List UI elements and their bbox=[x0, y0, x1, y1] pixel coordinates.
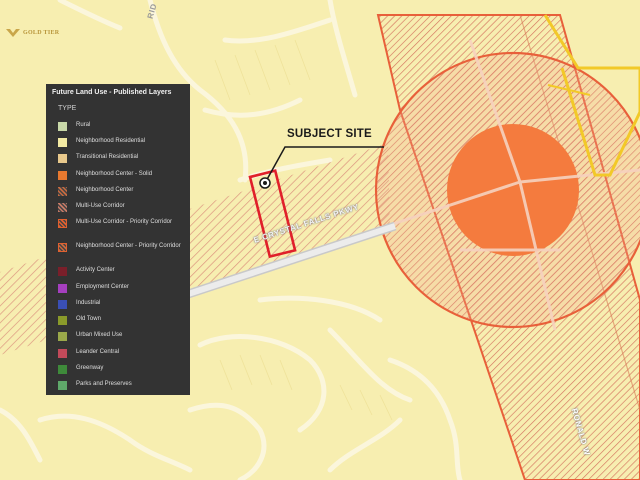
legend-item: Activity Center bbox=[58, 266, 186, 276]
legend-item-label: Urban Mixed Use bbox=[76, 332, 123, 338]
legend-item: Neighborhood Center - Solid bbox=[58, 170, 186, 180]
legend-item: Transitional Residential bbox=[58, 153, 186, 163]
logo-text: GOLD TIER bbox=[23, 30, 60, 36]
legend-item: Industrial bbox=[58, 299, 186, 309]
activity-center-swatch bbox=[58, 267, 67, 276]
legend-item-label: Old Town bbox=[76, 316, 101, 322]
industrial-swatch bbox=[58, 300, 67, 309]
urban-mixed-use-swatch bbox=[58, 332, 67, 341]
leander-central-swatch bbox=[58, 349, 67, 358]
neighborhood-residential-swatch bbox=[58, 138, 67, 147]
legend-item-label: Greenway bbox=[76, 365, 104, 371]
map-viewer[interactable]: GOLD TIER Future Land Use - Published La… bbox=[0, 0, 640, 480]
legend-item-label: Neighborhood Residential bbox=[76, 138, 146, 144]
legend-item-label: Leander Central bbox=[76, 349, 120, 355]
legend-item-label: Transitional Residential bbox=[76, 154, 139, 160]
parks-and-preserves-swatch bbox=[58, 381, 67, 390]
brand-logo: GOLD TIER bbox=[6, 26, 59, 40]
legend-item-label: Neighborhood Center bbox=[76, 187, 134, 193]
rural-swatch bbox=[58, 122, 67, 131]
legend-item: Leander Central bbox=[58, 348, 186, 358]
legend-subtitle: TYPE bbox=[58, 105, 77, 112]
employment-center-swatch bbox=[58, 284, 67, 293]
legend-item-label: Parks and Preserves bbox=[76, 381, 132, 387]
transitional-residential-swatch bbox=[58, 154, 67, 163]
legend-item-label: Neighborhood Center - Solid bbox=[76, 171, 153, 177]
neighborhood-center-priority-swatch bbox=[58, 243, 67, 252]
subject-site-marker-dot bbox=[263, 181, 267, 185]
legend-item-label: Multi-Use Corridor - Priority Corridor bbox=[76, 219, 173, 225]
gold-tier-logo-icon bbox=[6, 29, 20, 37]
neighborhood-center-hatched-swatch bbox=[58, 187, 67, 196]
neighborhood-center-core bbox=[447, 124, 579, 256]
legend-item: Neighborhood Center bbox=[58, 186, 186, 196]
subject-site-label: SUBJECT SITE bbox=[287, 128, 372, 140]
legend-item-label: Activity Center bbox=[76, 267, 115, 273]
multi-use-corridor-swatch bbox=[58, 203, 67, 212]
legend-item: Multi-Use Corridor bbox=[58, 202, 186, 212]
legend-item-label: Rural bbox=[76, 122, 91, 128]
old-town-swatch bbox=[58, 316, 67, 325]
legend-item: Employment Center bbox=[58, 283, 186, 293]
legend-item: Rural bbox=[58, 121, 186, 131]
legend-item-label: Multi-Use Corridor bbox=[76, 203, 125, 209]
legend-item: Greenway bbox=[58, 364, 186, 374]
legend-item: Neighborhood Center - Priority Corridor bbox=[58, 242, 186, 252]
legend-item: Parks and Preserves bbox=[58, 380, 186, 390]
neighborhood-center-solid-swatch bbox=[58, 171, 67, 180]
legend-item-label: Industrial bbox=[76, 300, 101, 306]
legend-title: Future Land Use - Published Layers bbox=[52, 89, 172, 96]
legend-item: Neighborhood Residential bbox=[58, 137, 186, 147]
legend-item-label: Neighborhood Center - Priority Corridor bbox=[76, 243, 181, 249]
multi-use-corridor-priority-swatch bbox=[58, 219, 67, 228]
legend-item: Old Town bbox=[58, 315, 186, 325]
legend-item-label: Employment Center bbox=[76, 284, 130, 290]
greenway-swatch bbox=[58, 365, 67, 374]
legend-item: Multi-Use Corridor - Priority Corridor bbox=[58, 218, 186, 228]
legend-panel: Future Land Use - Published Layers TYPE … bbox=[46, 84, 190, 395]
legend-item: Urban Mixed Use bbox=[58, 331, 186, 341]
